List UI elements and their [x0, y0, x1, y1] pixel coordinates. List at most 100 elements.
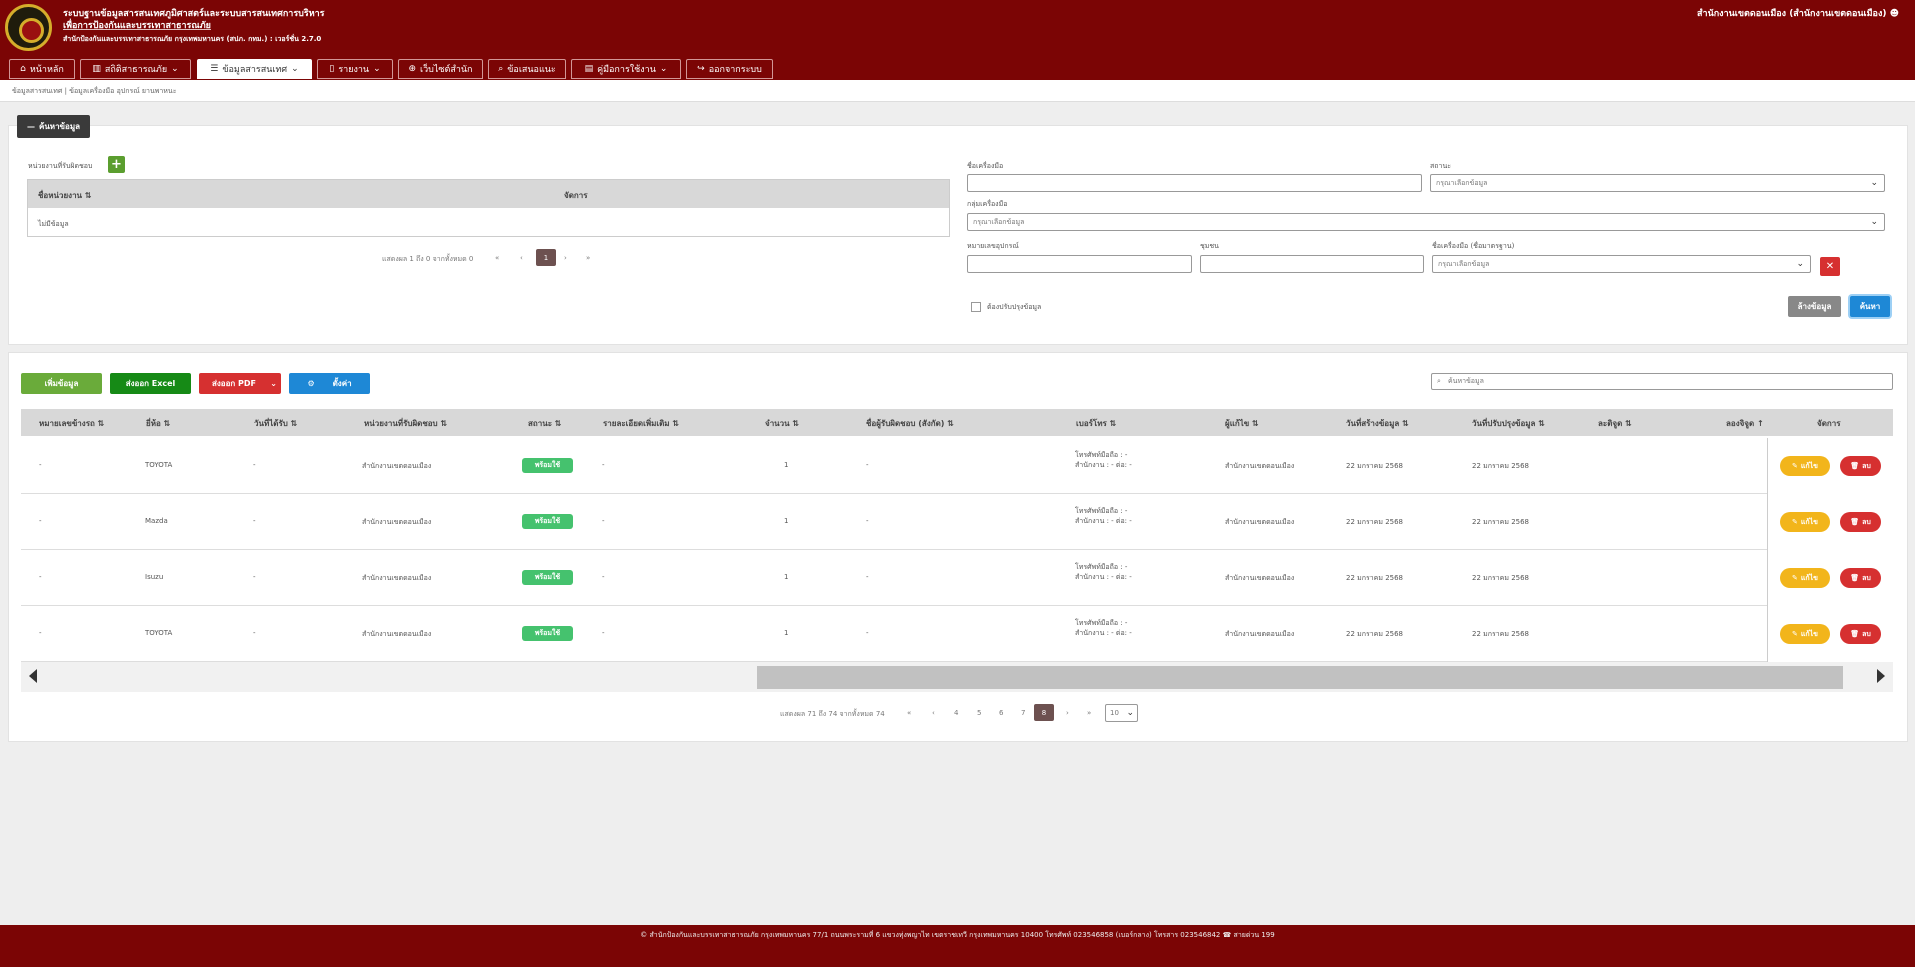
col-brand[interactable]: ยี่ห้อ ⇅: [146, 417, 170, 430]
export-pdf-button[interactable]: ส่งออก PDF ⌄: [199, 373, 281, 394]
breadcrumb: ข้อมูลสารสนเทศ | ข้อมูลเครื่องมือ อุปกรณ…: [0, 80, 1915, 102]
chevron-down-icon: ⌄: [1126, 708, 1134, 718]
pager-prev-icon[interactable]: ‹: [932, 709, 935, 717]
trash-icon: 🗑: [1850, 630, 1860, 638]
unit-col-name[interactable]: ชื่อหน่วยงาน ⇅: [38, 189, 92, 202]
col-detail[interactable]: รายละเอียดเพิ่มเติม ⇅: [603, 417, 679, 430]
settings-button[interactable]: ⚙ ตั้งค่า: [289, 373, 370, 394]
page-size-select[interactable]: 10 ⌄: [1105, 704, 1138, 722]
col-editor[interactable]: ผู้แก้ไข ⇅: [1225, 417, 1259, 430]
group-select[interactable]: กรุณาเลือกข้อมูล ⌄: [967, 213, 1885, 231]
gear-icon: ⚙: [307, 379, 315, 388]
clear-icon[interactable]: ✕: [1820, 257, 1840, 276]
status-select[interactable]: กรุณาเลือกข้อมูล ⌄: [1430, 174, 1885, 192]
delete-button[interactable]: 🗑 ลบ: [1840, 568, 1881, 588]
table-header: หมายเลขข้างรถ ⇅ ยี่ห้อ ⇅ วันที่ได้รับ ⇅ …: [21, 409, 1893, 436]
pager-page[interactable]: 5: [977, 709, 981, 717]
pager-first-icon[interactable]: «: [495, 254, 499, 262]
unit-table-header: [28, 180, 949, 208]
col-longitude[interactable]: ลองจิจูด ↑: [1726, 417, 1764, 430]
pager-last-icon[interactable]: »: [586, 254, 590, 262]
pager-last-icon[interactable]: »: [1087, 709, 1091, 717]
pager-page[interactable]: 7: [1021, 709, 1025, 717]
export-excel-button[interactable]: ส่งออก Excel: [110, 373, 191, 394]
sort-icon: ⇅: [1625, 419, 1632, 428]
edit-button[interactable]: ✎ แก้ไข: [1780, 568, 1830, 588]
needs-update-checkbox[interactable]: [971, 302, 981, 312]
std-name-select[interactable]: กรุณาเลือกข้อมูล ⌄: [1432, 255, 1811, 273]
pager-next-icon[interactable]: ›: [564, 254, 567, 262]
unit-label: หน่วยงานที่รับผิดชอบ: [28, 162, 93, 170]
group-label: กลุ่มเครื่องมือ: [967, 200, 1008, 208]
col-plate[interactable]: หมายเลขข้างรถ ⇅: [39, 417, 104, 430]
pager-current[interactable]: 8: [1034, 704, 1054, 721]
horizontal-scrollbar[interactable]: [21, 662, 1893, 692]
user-name: สำนักงานเขตดอนเมือง (สำนักงานเขตดอนเมือง…: [1697, 9, 1887, 19]
serial-input[interactable]: [967, 255, 1192, 273]
list-icon: ☰: [210, 64, 219, 74]
table-row: - Mazda - สำนักงานเขตดอนเมือง พร้อมใช้ -…: [21, 494, 1767, 550]
title-underline: [63, 29, 211, 30]
reset-button[interactable]: ล้างข้อมูล: [1788, 296, 1841, 317]
scroll-left-icon[interactable]: [29, 669, 37, 683]
tab-feedback[interactable]: ⌕ ข้อเสนอแนะ: [488, 59, 566, 79]
tab-logout[interactable]: ↪ ออกจากระบบ: [686, 59, 773, 79]
pager-page[interactable]: 4: [954, 709, 958, 717]
sort-icon: ⇅: [440, 419, 448, 428]
book-icon: ▤: [584, 64, 594, 74]
edit-button[interactable]: ✎ แก้ไข: [1780, 456, 1830, 476]
scrollbar-thumb[interactable]: [757, 666, 1843, 689]
col-phone[interactable]: เบอร์โทร ⇅: [1076, 417, 1116, 430]
col-created[interactable]: วันที่สร้างข้อมูล ⇅: [1346, 417, 1409, 430]
tab-manual[interactable]: ▤ คู่มือการใช้งาน ⌄: [571, 59, 681, 79]
status-badge: พร้อมใช้: [522, 514, 573, 529]
tool-name-input[interactable]: [967, 174, 1422, 192]
add-data-button[interactable]: เพิ่มข้อมูล: [21, 373, 102, 394]
pager-prev-icon[interactable]: ‹: [520, 254, 523, 262]
std-name-label: ชื่อเครื่องมือ (ชื่อมาตรฐาน): [1432, 242, 1515, 250]
logo: [5, 4, 52, 51]
unit-pager-current[interactable]: 1: [536, 249, 556, 266]
user-menu[interactable]: สำนักงานเขตดอนเมือง (สำนักงานเขตดอนเมือง…: [1697, 6, 1899, 20]
search-icon: ⌕: [498, 64, 504, 74]
pencil-icon: ✎: [1792, 518, 1798, 526]
tab-website[interactable]: ⊕ เว็บไซต์สำนัก: [398, 59, 483, 79]
tab-home[interactable]: ⌂ หน้าหลัก: [9, 59, 75, 79]
tool-name-label: ชื่อเครื่องมือ: [967, 162, 1004, 170]
col-received-date[interactable]: วันที่ได้รับ ⇅: [254, 417, 297, 430]
scroll-right-icon[interactable]: [1877, 669, 1885, 683]
serial-label: หมายเลขอุปกรณ์: [967, 242, 1019, 250]
col-status[interactable]: สถานะ ⇅: [528, 417, 561, 430]
pager-page[interactable]: 6: [999, 709, 1003, 717]
add-unit-button[interactable]: +: [108, 156, 125, 173]
col-quantity[interactable]: จำนวน ⇅: [765, 417, 799, 430]
delete-button[interactable]: 🗑 ลบ: [1840, 512, 1881, 532]
edit-button[interactable]: ✎ แก้ไข: [1780, 512, 1830, 532]
sort-icon: ↑: [1756, 419, 1764, 428]
tab-reports[interactable]: ▯ รายงาน ⌄: [317, 59, 393, 79]
col-latitude[interactable]: ละติจูด ⇅: [1598, 417, 1632, 430]
chevron-down-icon: ⌄: [1870, 217, 1878, 227]
pager-first-icon[interactable]: «: [907, 709, 911, 717]
chevron-down-icon: ⌄: [1870, 178, 1878, 188]
chevron-down-icon: ⌄: [373, 64, 381, 74]
delete-button[interactable]: 🗑 ลบ: [1840, 624, 1881, 644]
col-updated[interactable]: วันที่ปรับปรุงข้อมูล ⇅: [1472, 417, 1545, 430]
sort-icon: ⇅: [84, 191, 92, 200]
col-owner[interactable]: ชื่อผู้รับผิดชอบ (สังกัด) ⇅: [866, 417, 954, 430]
edit-button[interactable]: ✎ แก้ไข: [1780, 624, 1830, 644]
search-panel-toggle[interactable]: — ค้นหาข้อมูล: [17, 115, 90, 138]
community-input[interactable]: [1200, 255, 1424, 273]
status-label: สถานะ: [1430, 162, 1451, 170]
search-button[interactable]: ค้นหา: [1850, 296, 1890, 317]
trash-icon: 🗑: [1850, 574, 1860, 582]
tab-statistics[interactable]: ▥ สถิติสาธารณภัย ⌄: [80, 59, 191, 79]
pager-next-icon[interactable]: ›: [1066, 709, 1069, 717]
sort-icon: ⇅: [1402, 419, 1409, 428]
col-unit[interactable]: หน่วยงานที่รับผิดชอบ ⇅: [364, 417, 447, 430]
delete-button[interactable]: 🗑 ลบ: [1840, 456, 1881, 476]
table-search-input[interactable]: ⌕ ค้นหาข้อมูล: [1431, 373, 1893, 390]
minus-icon: —: [26, 122, 35, 131]
tab-information[interactable]: ☰ ข้อมูลสารสนเทศ ⌄: [197, 59, 312, 79]
plus-icon: +: [111, 157, 122, 172]
